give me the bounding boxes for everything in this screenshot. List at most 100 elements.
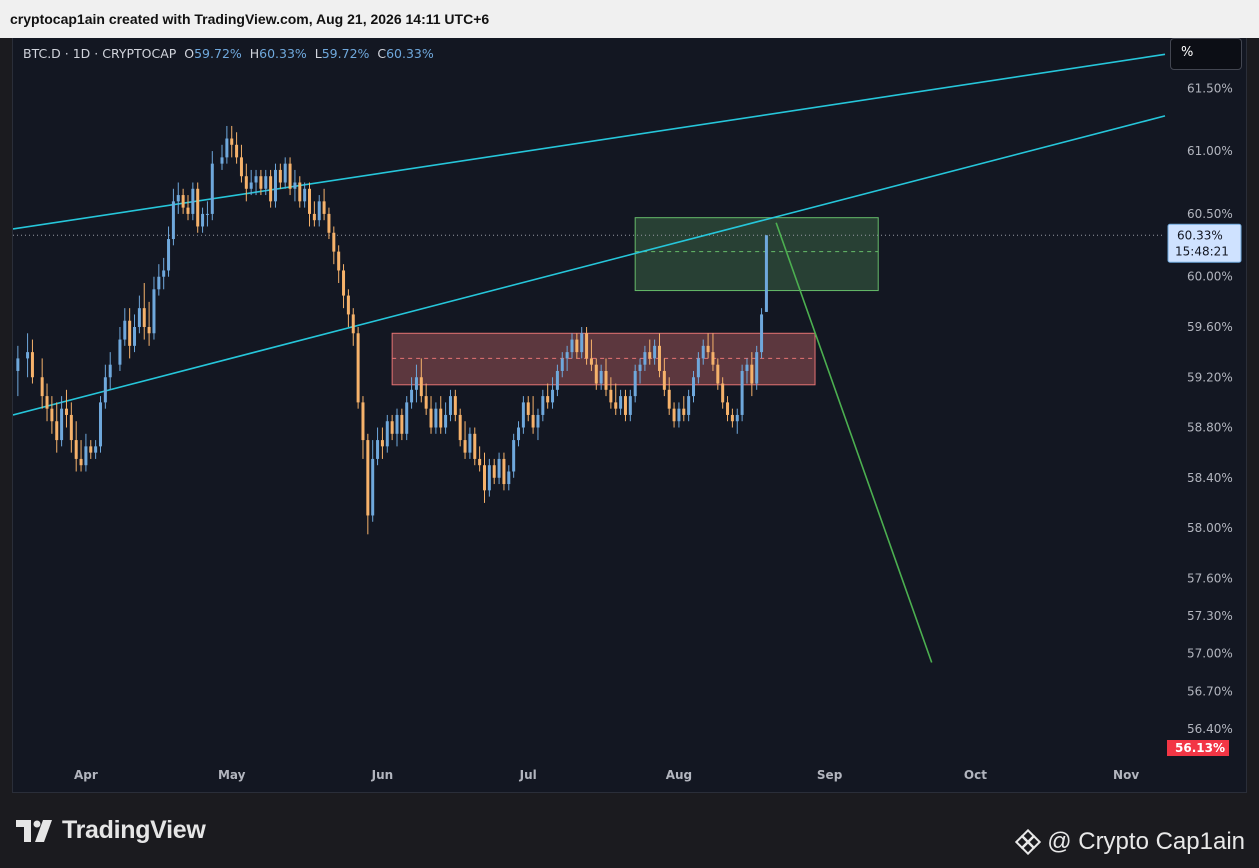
candle-body — [94, 446, 98, 453]
price-tick-label: 58.00% — [1187, 521, 1233, 535]
close-label: C — [377, 46, 387, 61]
candle-body — [711, 352, 715, 365]
candle-body — [594, 364, 598, 384]
candle-body — [308, 188, 312, 214]
candle-body — [643, 352, 647, 365]
candle-body — [220, 157, 224, 164]
high-label: H — [249, 46, 260, 61]
candle-body — [405, 402, 409, 434]
author-handle: @ Crypto Cap1ain — [1047, 828, 1245, 855]
candle-body — [614, 402, 618, 409]
candle-body — [541, 396, 545, 415]
candle-body — [64, 408, 68, 415]
candle-body — [551, 389, 555, 403]
candle-body — [142, 308, 146, 327]
candle-body — [487, 465, 491, 491]
candle-body — [186, 207, 190, 214]
candle-body — [259, 176, 263, 189]
candle-body — [293, 182, 297, 189]
price-tick-label: 59.20% — [1187, 370, 1233, 384]
date-tick-label: Jul — [519, 768, 537, 782]
percent-scale-button[interactable]: % — [1170, 38, 1242, 70]
candle-body — [400, 414, 404, 434]
price-tag-countdown: 15:48:21 — [1175, 244, 1229, 258]
candle-body — [230, 138, 234, 145]
candle-body — [162, 270, 166, 277]
tradingview-logo[interactable]: TradingView — [16, 816, 206, 845]
candle-body — [84, 446, 88, 466]
candle-body — [414, 377, 418, 390]
price-tick-label: 61.00% — [1187, 144, 1233, 158]
candle-body — [50, 408, 54, 422]
candle-body — [74, 440, 78, 459]
candle-body — [137, 308, 141, 327]
candle-body — [517, 427, 521, 441]
candle-body — [638, 364, 642, 371]
candle-body — [730, 414, 734, 422]
candle-body — [463, 440, 467, 453]
candle-body — [235, 144, 239, 158]
candle-body — [478, 458, 482, 466]
candles-layer — [16, 125, 768, 535]
candle-body — [171, 201, 175, 240]
tradingview-logo-icon — [16, 819, 52, 842]
candle-body — [346, 295, 350, 315]
candle-body — [239, 157, 243, 177]
candle-body — [458, 414, 462, 441]
price-chart[interactable]: 61.50% 61.00% 60.50% 60.00% 59.60% 59.20% 58.8… — [13, 38, 1246, 792]
candle-body — [745, 364, 749, 371]
author-watermark: @ Crypto Cap1ain — [1015, 828, 1245, 856]
candle-body — [716, 364, 720, 384]
candle-body — [531, 414, 535, 428]
zones-layer — [391, 217, 879, 386]
price-tick-label: 58.40% — [1187, 471, 1233, 485]
candle-body — [448, 396, 452, 415]
date-tick-label: May — [218, 768, 246, 782]
candle-body — [26, 352, 30, 359]
candle-body — [585, 333, 589, 359]
candle-body — [424, 396, 428, 409]
candle-body — [337, 251, 341, 271]
candle-body — [269, 176, 273, 202]
candle-body — [157, 276, 161, 290]
candle-body — [604, 370, 608, 390]
candle-body — [536, 414, 540, 428]
tradingview-brand: TradingView — [62, 816, 206, 844]
candle-body — [696, 358, 700, 378]
date-tick-label: Oct — [964, 768, 987, 782]
header-bar: cryptocap1ain created with TradingView.c… — [0, 0, 1259, 38]
candle-body — [152, 289, 156, 334]
candle-body — [385, 421, 389, 447]
candle-body — [332, 232, 336, 252]
candle-body — [342, 270, 346, 296]
candle-body — [176, 195, 180, 202]
candle-body — [410, 389, 414, 403]
candle-body — [322, 201, 326, 214]
candle-body — [395, 414, 399, 434]
candle-body — [482, 465, 486, 491]
price-tick-label: 57.60% — [1187, 571, 1233, 585]
upper-trendline — [13, 53, 1166, 230]
candle-body — [288, 163, 292, 189]
price-tick-label: 57.30% — [1187, 609, 1233, 623]
binance-icon — [1015, 829, 1042, 855]
candle-body — [721, 383, 725, 403]
price-tick-label: 57.00% — [1187, 647, 1233, 661]
candle-body — [376, 440, 380, 459]
close-value: 60.33% — [386, 46, 434, 61]
axis-layer: 61.50% 61.00% 60.50% 60.00% 59.60% 59.20% 58.8… — [74, 81, 1242, 782]
date-tick-label: Aug — [666, 768, 692, 782]
price-tick-label: 56.40% — [1187, 722, 1233, 736]
symbol-info: BTC.D · 1D · CRYPTOCAP — [23, 46, 177, 61]
high-value: 60.33% — [259, 46, 307, 61]
candle-body — [701, 345, 705, 359]
chart-frame[interactable]: 61.50% 61.00% 60.50% 60.00% 59.60% 59.20% 58.8… — [12, 38, 1247, 793]
candle-body — [619, 396, 623, 409]
candle-body — [750, 364, 754, 384]
candle-body — [225, 138, 229, 158]
candle-body — [380, 440, 384, 447]
chart-credit: cryptocap1ain created with TradingView.c… — [10, 11, 490, 27]
candle-body — [653, 345, 657, 359]
candle-body — [468, 433, 472, 453]
open-value: 59.72% — [194, 46, 242, 61]
